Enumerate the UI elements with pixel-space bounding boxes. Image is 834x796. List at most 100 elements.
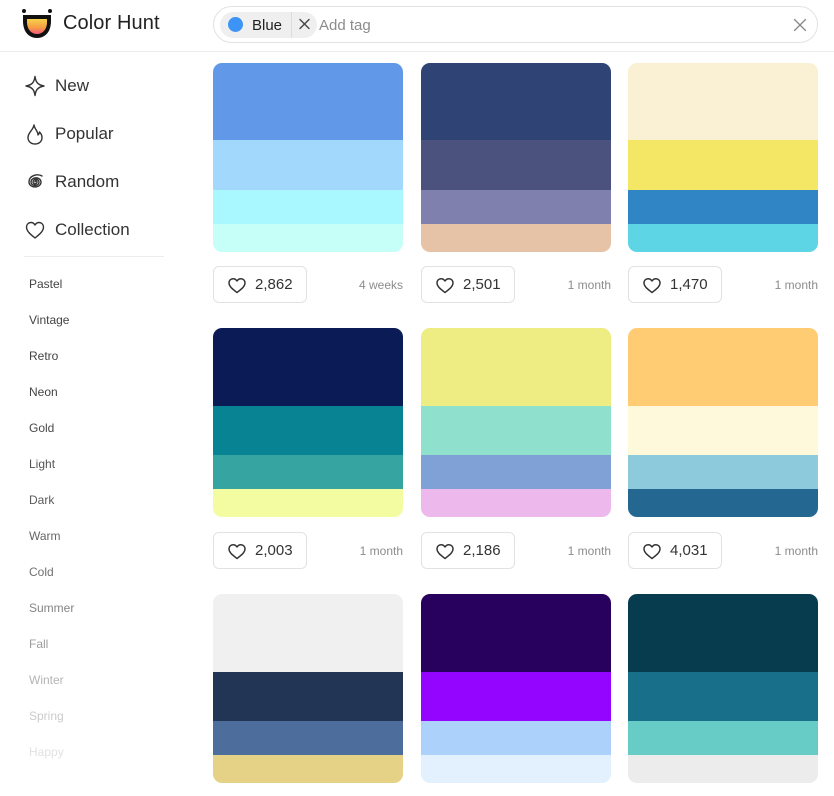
swatch-3[interactable]	[628, 455, 818, 489]
swatch-1[interactable]	[421, 63, 611, 140]
like-button[interactable]: 2,862	[213, 266, 307, 303]
like-button[interactable]: 1,470	[628, 266, 722, 303]
like-count: 1,470	[670, 276, 708, 293]
color-hunt-logo-icon[interactable]	[20, 6, 54, 42]
heart-icon	[436, 543, 454, 559]
palette-swatches[interactable]	[421, 328, 611, 517]
search-bar[interactable]: Blue	[213, 6, 818, 43]
nav-item-random[interactable]: Random	[24, 165, 174, 199]
swatch-4[interactable]	[421, 224, 611, 252]
palette-swatches[interactable]	[213, 63, 403, 252]
swatch-1[interactable]	[213, 63, 403, 140]
swatch-2[interactable]	[213, 672, 403, 721]
swatch-1[interactable]	[628, 328, 818, 406]
swatch-1[interactable]	[421, 594, 611, 672]
tag-link-vintage[interactable]: Vintage	[29, 313, 69, 327]
tag-link-winter[interactable]: Winter	[29, 673, 64, 687]
palette-age: 1 month	[359, 544, 403, 558]
tag-link-neon[interactable]: Neon	[29, 385, 58, 399]
swatch-1[interactable]	[213, 594, 403, 672]
tag-link-cold[interactable]: Cold	[29, 565, 54, 579]
like-button[interactable]: 2,003	[213, 532, 307, 569]
palette-age: 4 weeks	[358, 278, 403, 292]
swatch-2[interactable]	[628, 672, 818, 721]
heart-icon	[643, 543, 661, 559]
palette-swatches[interactable]	[628, 594, 818, 783]
like-button[interactable]: 2,186	[421, 532, 515, 569]
swatch-4[interactable]	[213, 755, 403, 783]
like-count: 4,031	[670, 542, 708, 559]
heart-icon	[643, 277, 661, 293]
heart-icon	[436, 277, 454, 293]
tag-link-fall[interactable]: Fall	[29, 637, 48, 651]
app-name[interactable]: Color Hunt	[63, 12, 160, 35]
top-bar: Color Hunt Blue	[0, 0, 834, 52]
heart-icon	[25, 221, 45, 239]
tag-link-dark[interactable]: Dark	[29, 493, 54, 507]
like-count: 2,862	[255, 276, 293, 293]
swatch-2[interactable]	[421, 672, 611, 721]
heart-icon	[228, 543, 246, 559]
swatch-4[interactable]	[628, 224, 818, 252]
swatch-3[interactable]	[421, 455, 611, 489]
swatch-1[interactable]	[421, 328, 611, 406]
tag-link-summer[interactable]: Summer	[29, 601, 74, 615]
spiral-icon	[28, 174, 43, 188]
like-count: 2,501	[463, 276, 501, 293]
like-count: 2,003	[255, 542, 293, 559]
swatch-2[interactable]	[213, 140, 403, 190]
swatch-4[interactable]	[421, 755, 611, 783]
swatch-3[interactable]	[213, 721, 403, 755]
sparkle-icon	[25, 75, 45, 97]
palette-swatches[interactable]	[421, 63, 611, 252]
nav-label-random: Random	[55, 172, 120, 191]
swatch-4[interactable]	[213, 224, 403, 252]
swatch-4[interactable]	[213, 489, 403, 517]
swatch-3[interactable]	[213, 190, 403, 224]
remove-tag-close-icon[interactable]	[298, 17, 311, 31]
active-tag-chip[interactable]: Blue	[220, 12, 317, 38]
tag-link-spring[interactable]: Spring	[29, 709, 64, 723]
swatch-2[interactable]	[628, 406, 818, 455]
swatch-3[interactable]	[421, 721, 611, 755]
nav-label-new: New	[55, 76, 90, 95]
nav-divider	[24, 256, 164, 257]
like-button[interactable]: 4,031	[628, 532, 722, 569]
swatch-2[interactable]	[213, 406, 403, 455]
like-button[interactable]: 2,501	[421, 266, 515, 303]
swatch-4[interactable]	[628, 755, 818, 783]
tag-link-pastel[interactable]: Pastel	[29, 277, 62, 291]
swatch-3[interactable]	[213, 455, 403, 489]
palette-swatches[interactable]	[213, 328, 403, 517]
like-count: 2,186	[463, 542, 501, 559]
nav-item-collection[interactable]: Collection	[24, 213, 174, 247]
tag-link-retro[interactable]: Retro	[29, 349, 58, 363]
tag-link-gold[interactable]: Gold	[29, 421, 54, 435]
swatch-2[interactable]	[421, 406, 611, 455]
swatch-3[interactable]	[628, 190, 818, 224]
swatch-3[interactable]	[628, 721, 818, 755]
tag-link-happy[interactable]: Happy	[29, 745, 64, 759]
nav-item-popular[interactable]: Popular	[24, 117, 174, 151]
swatch-4[interactable]	[421, 489, 611, 517]
add-tag-input[interactable]	[319, 14, 769, 36]
swatch-1[interactable]	[628, 594, 818, 672]
swatch-1[interactable]	[213, 328, 403, 406]
nav-label-collection: Collection	[55, 220, 130, 239]
palette-swatches[interactable]	[421, 594, 611, 783]
flame-icon	[27, 124, 43, 145]
clear-search-close-icon[interactable]	[793, 18, 807, 32]
palette-age: 1 month	[774, 278, 818, 292]
swatch-2[interactable]	[628, 140, 818, 190]
swatch-2[interactable]	[421, 140, 611, 190]
swatch-1[interactable]	[628, 63, 818, 140]
swatch-4[interactable]	[628, 489, 818, 517]
palette-swatches[interactable]	[213, 594, 403, 783]
nav-item-new[interactable]: New	[24, 69, 174, 103]
tag-link-light[interactable]: Light	[29, 457, 55, 471]
swatch-3[interactable]	[421, 190, 611, 224]
palette-swatches[interactable]	[628, 328, 818, 517]
palette-swatches[interactable]	[628, 63, 818, 252]
active-tag-label: Blue	[252, 17, 283, 34]
tag-link-warm[interactable]: Warm	[29, 529, 61, 543]
